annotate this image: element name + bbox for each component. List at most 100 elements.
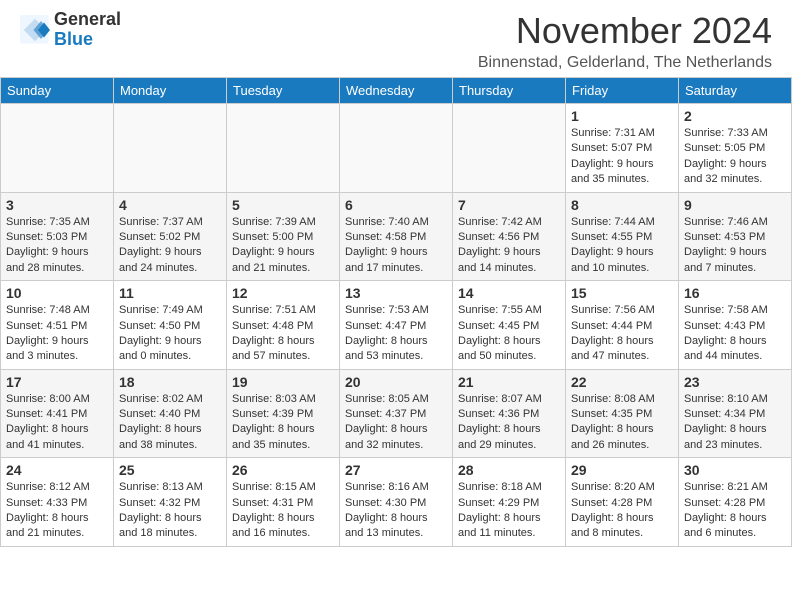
day-info: Sunrise: 7:40 AM Sunset: 4:58 PM Dayligh… [345, 215, 447, 277]
day-number: 7 [458, 197, 560, 213]
calendar-cell: 23 Sunrise: 8:10 AM Sunset: 4:34 PM Dayli… [679, 369, 792, 458]
calendar-cell: 10 Sunrise: 7:48 AM Sunset: 4:51 PM Dayli… [1, 281, 114, 370]
day-info: Sunrise: 8:15 AM Sunset: 4:31 PM Dayligh… [232, 480, 334, 542]
day-info: Sunrise: 7:33 AM Sunset: 5:05 PM Dayligh… [684, 126, 786, 188]
calendar-cell: 20 Sunrise: 8:05 AM Sunset: 4:37 PM Dayli… [340, 369, 453, 458]
calendar-cell: 13Sunrise: 7:53 AM Sunset: 4:47 PM Dayli… [340, 281, 453, 370]
day-number: 11 [119, 285, 221, 301]
calendar-cell: 12Sunrise: 7:51 AM Sunset: 4:48 PM Dayli… [227, 281, 340, 370]
calendar-cell: 30 Sunrise: 8:21 AM Sunset: 4:28 PM Dayli… [679, 458, 792, 547]
calendar-header-sunday: Sunday [1, 78, 114, 104]
day-info: Sunrise: 7:37 AM Sunset: 5:02 PM Dayligh… [119, 215, 221, 277]
day-number: 17 [6, 374, 108, 390]
day-number: 22 [571, 374, 673, 390]
day-info: Sunrise: 8:05 AM Sunset: 4:37 PM Dayligh… [345, 392, 447, 454]
calendar-header-tuesday: Tuesday [227, 78, 340, 104]
calendar-cell: 4 Sunrise: 7:37 AM Sunset: 5:02 PM Daylig… [114, 192, 227, 281]
day-info: Sunrise: 7:44 AM Sunset: 4:55 PM Dayligh… [571, 215, 673, 277]
day-info: Sunrise: 8:10 AM Sunset: 4:34 PM Dayligh… [684, 392, 786, 454]
calendar-cell: 26 Sunrise: 8:15 AM Sunset: 4:31 PM Dayli… [227, 458, 340, 547]
calendar-cell: 29Sunrise: 8:20 AM Sunset: 4:28 PM Dayli… [566, 458, 679, 547]
calendar-cell: 28 Sunrise: 8:18 AM Sunset: 4:29 PM Dayli… [453, 458, 566, 547]
day-number: 15 [571, 285, 673, 301]
day-info: Sunrise: 7:58 AM Sunset: 4:43 PM Dayligh… [684, 303, 786, 365]
calendar-header-monday: Monday [114, 78, 227, 104]
day-number: 27 [345, 462, 447, 478]
day-number: 1 [571, 108, 673, 124]
calendar-header-wednesday: Wednesday [340, 78, 453, 104]
day-number: 12 [232, 285, 334, 301]
calendar-cell [340, 104, 453, 193]
logo-general: General [54, 10, 121, 30]
logo-icon [20, 15, 50, 45]
day-info: Sunrise: 7:46 AM Sunset: 4:53 PM Dayligh… [684, 215, 786, 277]
calendar-week-row: 1 Sunrise: 7:31 AM Sunset: 5:07 PM Daylig… [1, 104, 792, 193]
page-header: General Blue November 2024 Binnenstad, G… [0, 0, 792, 77]
day-info: Sunrise: 7:39 AM Sunset: 5:00 PM Dayligh… [232, 215, 334, 277]
calendar-week-row: 17Sunrise: 8:00 AM Sunset: 4:41 PM Dayli… [1, 369, 792, 458]
calendar-week-row: 24Sunrise: 8:12 AM Sunset: 4:33 PM Dayli… [1, 458, 792, 547]
day-number: 4 [119, 197, 221, 213]
day-info: Sunrise: 8:21 AM Sunset: 4:28 PM Dayligh… [684, 480, 786, 542]
calendar-header-thursday: Thursday [453, 78, 566, 104]
day-info: Sunrise: 8:08 AM Sunset: 4:35 PM Dayligh… [571, 392, 673, 454]
calendar-cell [114, 104, 227, 193]
day-number: 28 [458, 462, 560, 478]
month-title: November 2024 [478, 10, 772, 52]
day-number: 6 [345, 197, 447, 213]
day-info: Sunrise: 8:07 AM Sunset: 4:36 PM Dayligh… [458, 392, 560, 454]
day-number: 3 [6, 197, 108, 213]
day-info: Sunrise: 7:31 AM Sunset: 5:07 PM Dayligh… [571, 126, 673, 188]
day-number: 18 [119, 374, 221, 390]
calendar-cell: 9 Sunrise: 7:46 AM Sunset: 4:53 PM Daylig… [679, 192, 792, 281]
calendar-cell [227, 104, 340, 193]
day-info: Sunrise: 7:35 AM Sunset: 5:03 PM Dayligh… [6, 215, 108, 277]
calendar-cell: 15Sunrise: 7:56 AM Sunset: 4:44 PM Dayli… [566, 281, 679, 370]
calendar-cell: 11 Sunrise: 7:49 AM Sunset: 4:50 PM Dayli… [114, 281, 227, 370]
logo-text: General Blue [54, 10, 121, 50]
day-number: 13 [345, 285, 447, 301]
calendar-header-friday: Friday [566, 78, 679, 104]
calendar-cell: 27 Sunrise: 8:16 AM Sunset: 4:30 PM Dayli… [340, 458, 453, 547]
day-number: 19 [232, 374, 334, 390]
day-info: Sunrise: 8:03 AM Sunset: 4:39 PM Dayligh… [232, 392, 334, 454]
calendar-cell: 22 Sunrise: 8:08 AM Sunset: 4:35 PM Dayli… [566, 369, 679, 458]
calendar-cell: 21 Sunrise: 8:07 AM Sunset: 4:36 PM Dayli… [453, 369, 566, 458]
day-info: Sunrise: 7:49 AM Sunset: 4:50 PM Dayligh… [119, 303, 221, 365]
day-info: Sunrise: 8:18 AM Sunset: 4:29 PM Dayligh… [458, 480, 560, 542]
calendar-cell: 7 Sunrise: 7:42 AM Sunset: 4:56 PM Daylig… [453, 192, 566, 281]
day-info: Sunrise: 8:02 AM Sunset: 4:40 PM Dayligh… [119, 392, 221, 454]
day-info: Sunrise: 8:13 AM Sunset: 4:32 PM Dayligh… [119, 480, 221, 542]
day-number: 24 [6, 462, 108, 478]
day-number: 23 [684, 374, 786, 390]
day-number: 30 [684, 462, 786, 478]
day-info: Sunrise: 7:42 AM Sunset: 4:56 PM Dayligh… [458, 215, 560, 277]
day-number: 25 [119, 462, 221, 478]
day-info: Sunrise: 7:48 AM Sunset: 4:51 PM Dayligh… [6, 303, 108, 365]
day-number: 21 [458, 374, 560, 390]
day-number: 26 [232, 462, 334, 478]
calendar-week-row: 10 Sunrise: 7:48 AM Sunset: 4:51 PM Dayli… [1, 281, 792, 370]
day-number: 29 [571, 462, 673, 478]
calendar-cell [453, 104, 566, 193]
day-number: 10 [6, 285, 108, 301]
calendar-cell: 6 Sunrise: 7:40 AM Sunset: 4:58 PM Daylig… [340, 192, 453, 281]
day-number: 20 [345, 374, 447, 390]
calendar-cell: 19 Sunrise: 8:03 AM Sunset: 4:39 PM Dayli… [227, 369, 340, 458]
calendar-cell: 8Sunrise: 7:44 AM Sunset: 4:55 PM Daylig… [566, 192, 679, 281]
calendar-cell: 18 Sunrise: 8:02 AM Sunset: 4:40 PM Dayli… [114, 369, 227, 458]
day-info: Sunrise: 7:55 AM Sunset: 4:45 PM Dayligh… [458, 303, 560, 365]
day-number: 9 [684, 197, 786, 213]
calendar-week-row: 3 Sunrise: 7:35 AM Sunset: 5:03 PM Daylig… [1, 192, 792, 281]
calendar-cell: 2Sunrise: 7:33 AM Sunset: 5:05 PM Daylig… [679, 104, 792, 193]
calendar-cell: 14 Sunrise: 7:55 AM Sunset: 4:45 PM Dayli… [453, 281, 566, 370]
calendar-cell: 1 Sunrise: 7:31 AM Sunset: 5:07 PM Daylig… [566, 104, 679, 193]
day-info: Sunrise: 8:16 AM Sunset: 4:30 PM Dayligh… [345, 480, 447, 542]
calendar-header-row: SundayMondayTuesdayWednesdayThursdayFrid… [1, 78, 792, 104]
calendar-cell: 17Sunrise: 8:00 AM Sunset: 4:41 PM Dayli… [1, 369, 114, 458]
calendar-header-saturday: Saturday [679, 78, 792, 104]
day-number: 14 [458, 285, 560, 301]
title-block: November 2024 Binnenstad, Gelderland, Th… [478, 10, 772, 72]
calendar-cell: 3 Sunrise: 7:35 AM Sunset: 5:03 PM Daylig… [1, 192, 114, 281]
logo-blue: Blue [54, 30, 121, 50]
